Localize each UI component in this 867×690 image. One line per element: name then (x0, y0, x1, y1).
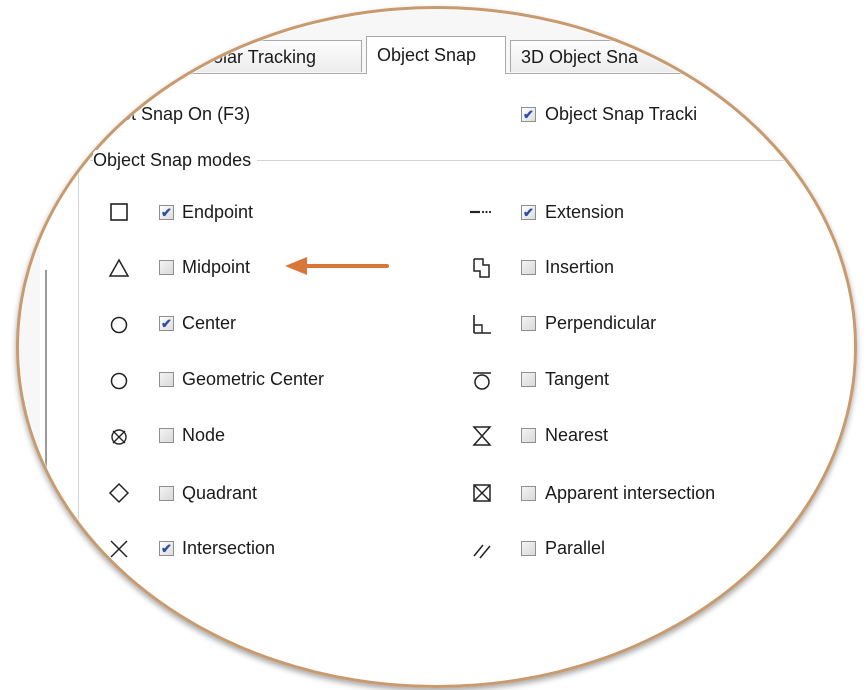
tab-bar: olar Tracking Object Snap 3D Object Sna (18, 36, 853, 74)
group-left-rule (78, 170, 79, 610)
pane-left-edge (45, 270, 47, 590)
center-label: Center (182, 313, 237, 333)
dialog-content: olar Tracking Object Snap 3D Object Sna … (18, 8, 853, 684)
object-snap-tracking-label: Object Snap Tracki (545, 104, 698, 124)
insertion-label: Insertion (545, 257, 615, 277)
tab-3d-object-snap-label: 3D Object Sna (521, 47, 639, 67)
parallel-label: Parallel (545, 538, 606, 558)
object-snap-tracking-checkbox[interactable]: ✔ (521, 107, 536, 122)
node-checkbox[interactable] (159, 428, 174, 443)
hourglass-icon (472, 426, 492, 446)
extension-icon (470, 210, 492, 214)
circle-icon (110, 372, 128, 390)
object-snap-on-label[interactable]: ject Snap On (F3) (108, 104, 250, 125)
boxed-x-icon (473, 484, 491, 502)
endpoint-label: Endpoint (182, 202, 254, 222)
tab-object-snap-label: Object Snap (377, 45, 477, 65)
perpendicular-checkbox[interactable] (521, 316, 536, 331)
node-label: Node (182, 425, 226, 445)
tab-polar-tracking[interactable]: olar Tracking (190, 40, 362, 72)
checkmark-icon: ✔ (161, 316, 172, 331)
parallel-icon (473, 544, 491, 559)
apparent-intersection-label: Apparent intersection (545, 483, 716, 503)
triangle-icon (108, 258, 130, 277)
quadrant-checkbox[interactable] (159, 486, 174, 501)
perpendicular-label: Perpendicular (545, 313, 657, 333)
geometric-center-checkbox[interactable] (159, 372, 174, 387)
parallel-checkbox[interactable] (521, 541, 536, 556)
endpoint-checkbox[interactable]: ✔ (159, 205, 174, 220)
checkmark-icon: ✔ (523, 205, 534, 220)
insertion-checkbox[interactable] (521, 260, 536, 275)
midpoint-checkbox[interactable] (159, 260, 174, 275)
x-icon (110, 540, 128, 558)
geometric-center-label: Geometric Center (182, 369, 325, 389)
intersection-checkbox[interactable]: ✔ (159, 541, 174, 556)
midpoint-label: Midpoint (182, 257, 251, 277)
callout-arrow-icon (285, 257, 389, 275)
nearest-checkbox[interactable] (521, 428, 536, 443)
extension-label: Extension (545, 202, 625, 222)
checkmark-icon: ✔ (161, 541, 172, 556)
insertion-icon (473, 258, 490, 278)
tangent-icon (473, 372, 491, 390)
group-title: Object Snap modes (93, 150, 258, 171)
nearest-label: Nearest (545, 425, 609, 445)
tab-3d-object-snap[interactable]: 3D Object Sna (510, 40, 690, 72)
circle-icon (110, 316, 128, 334)
tangent-label: Tangent (545, 369, 610, 389)
tab-object-snap[interactable]: Object Snap (366, 36, 506, 74)
extension-checkbox[interactable]: ✔ (521, 205, 536, 220)
tab-polar-tracking-label: olar Tracking (213, 47, 317, 67)
checkmark-icon: ✔ (161, 205, 172, 220)
perpendicular-icon (473, 315, 491, 334)
square-icon (110, 203, 128, 221)
screenshot-stage: olar Tracking Object Snap 3D Object Sna … (0, 0, 867, 690)
center-checkbox[interactable]: ✔ (159, 316, 174, 331)
tangent-checkbox[interactable] (521, 372, 536, 387)
node-icon (111, 429, 127, 445)
magnifier-lens: olar Tracking Object Snap 3D Object Sna … (18, 8, 853, 684)
apparent-intersection-checkbox[interactable] (521, 486, 536, 501)
intersection-label: Intersection (182, 538, 276, 558)
diamond-icon (108, 482, 130, 504)
quadrant-label: Quadrant (182, 483, 258, 503)
checkmark-icon: ✔ (523, 107, 534, 122)
